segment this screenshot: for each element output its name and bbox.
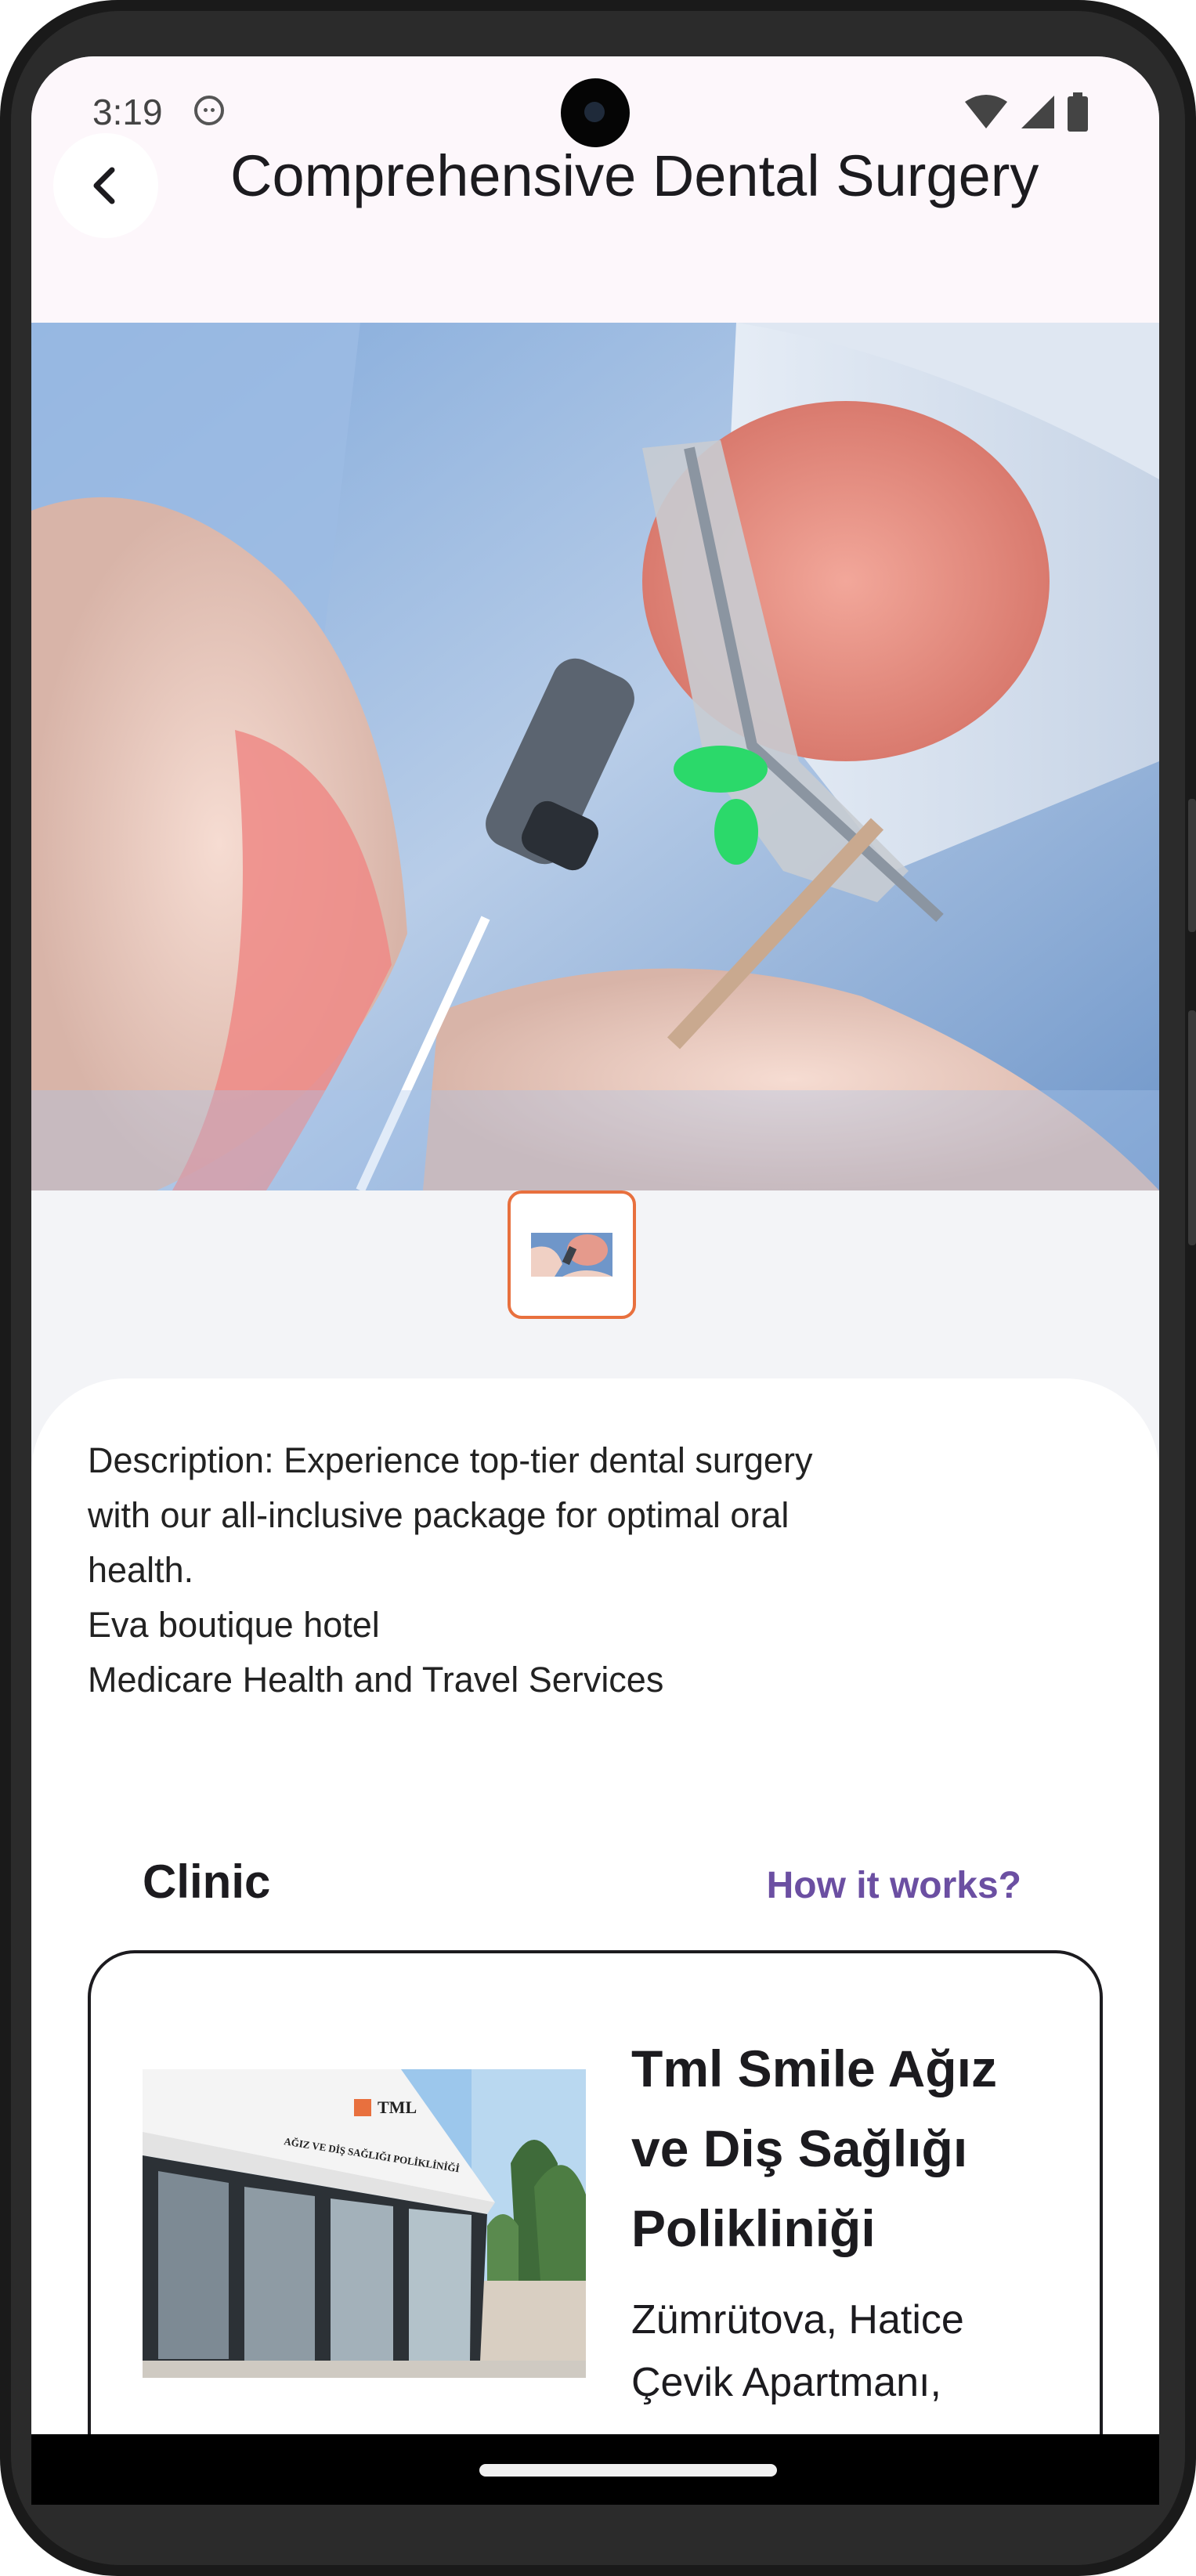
provider-name: Medicare Health and Travel Services xyxy=(88,1660,664,1700)
hotel-name: Eva boutique hotel xyxy=(88,1605,380,1645)
power-button xyxy=(1188,799,1196,932)
thumbnail-photo xyxy=(531,1233,612,1277)
clinic-name-line: Polikliniği xyxy=(631,2199,876,2257)
clinic-name: Tml Smile Ağız ve Diş Sağlığı Polikliniğ… xyxy=(631,2029,1070,2268)
clinic-address-line: Çevik Apartmanı, xyxy=(631,2360,941,2405)
how-it-works-link[interactable]: How it works? xyxy=(767,1864,1021,1907)
clinic-photo: TML AĞIZ VE DİŞ SAĞLIĞI POLİKLİNİĞİ xyxy=(143,2069,586,2378)
clinic-address-line: Zümrütova, Hatice xyxy=(631,2297,964,2343)
screen: 3:19 Comprehensive Dental Surgery Descri… xyxy=(31,56,1159,2434)
description-line: Description: Experience top-tier dental … xyxy=(88,1440,813,1480)
signal-icon xyxy=(1021,96,1054,128)
home-indicator[interactable] xyxy=(479,2464,777,2477)
page-title: Comprehensive Dental Surgery xyxy=(230,143,1039,208)
status-time: 3:19 xyxy=(92,92,163,132)
volume-button xyxy=(1188,1010,1196,1245)
hero-image[interactable] xyxy=(31,323,1159,1190)
clinic-name-line: ve Diş Sağlığı xyxy=(631,2119,968,2177)
clinic-address: Zümrütova, Hatice Çevik Apartmanı, xyxy=(631,2289,1070,2414)
dental-surgery-photo xyxy=(31,323,1159,1190)
front-camera xyxy=(561,78,630,147)
clinic-building-image: TML AĞIZ VE DİŞ SAĞLIĞI POLİKLİNİĞİ xyxy=(143,2069,586,2378)
status-icons xyxy=(963,92,1089,132)
clinic-section-title: Clinic xyxy=(143,1855,271,1908)
chevron-left-icon xyxy=(93,167,115,204)
clinic-name-line: Tml Smile Ağız xyxy=(631,2039,997,2097)
package-description: Description: Experience top-tier dental … xyxy=(88,1433,996,1707)
wifi-icon xyxy=(965,95,1007,128)
navigation-bar xyxy=(31,2434,1159,2505)
back-button[interactable] xyxy=(53,133,158,238)
description-line: with our all-inclusive package for optim… xyxy=(88,1495,790,1535)
battery-icon xyxy=(1068,92,1088,132)
description-line: health. xyxy=(88,1550,194,1590)
phone-frame: 3:19 Comprehensive Dental Surgery Descri… xyxy=(0,0,1196,2576)
image-thumbnail[interactable] xyxy=(508,1190,636,1319)
android-face-icon xyxy=(194,96,224,125)
svg-text:TML: TML xyxy=(378,2097,417,2117)
